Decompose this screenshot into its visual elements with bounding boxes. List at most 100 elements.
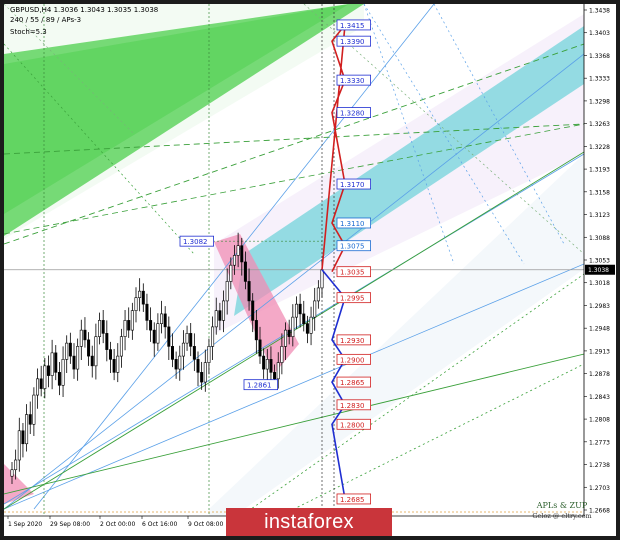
author-watermark: APLs & ZUP Geloz @ eltry.com: [527, 501, 597, 521]
candle-body: [167, 326, 171, 347]
y-tick-label: 1.3228: [589, 144, 610, 151]
y-tick-label: 1.2703: [589, 485, 610, 492]
down-target-4-label: 1.2830: [340, 402, 365, 410]
candle-body: [287, 329, 291, 337]
down-target-3[interactable]: 1.2865: [336, 376, 371, 388]
candle-body: [203, 362, 207, 383]
candle-body: [240, 245, 244, 263]
candle-body: [309, 316, 313, 334]
candle-body: [243, 261, 247, 282]
instaforex-logo: instaforex: [226, 508, 392, 536]
up-target-6[interactable]: 1.3075: [336, 240, 371, 252]
candle-body: [72, 355, 76, 370]
candle-body: [207, 346, 211, 363]
candle-body: [10, 469, 14, 477]
up-target-2[interactable]: 1.3330: [336, 74, 371, 86]
candle-body: [265, 359, 269, 370]
candle-body: [229, 264, 233, 282]
candle-body: [105, 333, 109, 350]
watermark-subtitle: Geloz @ eltry.com: [532, 512, 592, 520]
candle-body: [316, 287, 320, 302]
down-target-5[interactable]: 1.2800: [336, 418, 371, 430]
candle-body: [61, 359, 65, 386]
candle-body: [280, 346, 284, 363]
up-target-7[interactable]: 1.3035: [336, 266, 371, 278]
y-tick-label: 1.2843: [589, 394, 610, 401]
candle-body: [46, 365, 50, 376]
candle-body: [305, 323, 309, 334]
candle-body: [302, 313, 306, 324]
candle-body: [68, 342, 72, 357]
candle-body: [39, 378, 43, 389]
up-target-1[interactable]: 1.3390: [336, 35, 371, 47]
candle-body: [269, 359, 273, 373]
down-target-6-label: 1.2685: [340, 496, 365, 504]
down-target-6[interactable]: 1.2685: [336, 493, 371, 505]
candle-body: [254, 320, 258, 341]
y-tick-label: 1.3193: [589, 167, 610, 174]
y-tick-label: 1.3298: [589, 98, 610, 105]
down-target-4[interactable]: 1.2830: [336, 399, 371, 411]
candle-body: [43, 365, 47, 389]
y-tick-label: 1.3018: [589, 280, 610, 287]
candle-body: [145, 303, 149, 321]
y-tick-label: 1.3438: [589, 8, 610, 15]
up-target-0[interactable]: 1.3415: [336, 19, 371, 31]
swing-low-label-label: 1.2861: [247, 382, 272, 390]
candle-body: [138, 290, 142, 298]
candle-body: [214, 310, 218, 328]
candle-body: [108, 349, 112, 360]
candle-body: [119, 336, 123, 357]
candle-body: [236, 245, 240, 256]
candle-body: [141, 290, 145, 305]
candle-body: [294, 303, 298, 318]
candle-body: [134, 297, 138, 311]
candle-body: [284, 329, 288, 347]
swing-high-label[interactable]: 1.3082: [179, 235, 214, 247]
candle-body: [200, 372, 204, 383]
candle-body: [36, 378, 40, 396]
down-target-2[interactable]: 1.2900: [336, 353, 371, 365]
up-target-1-label: 1.3390: [340, 38, 365, 46]
indicator-header: 240 / 55 / 89 / APs-3: [10, 16, 82, 24]
price-chart[interactable]: 1.3415 1.3390 1.3330 1.3280 1.3170 1.3110 1.30…: [4, 4, 616, 536]
candle-body: [163, 313, 167, 328]
up-target-5-label: 1.3110: [340, 220, 365, 228]
y-tick-label: 1.3263: [589, 121, 610, 128]
y-tick-label: 1.3333: [589, 76, 610, 83]
up-target-3[interactable]: 1.3280: [336, 107, 371, 118]
x-tick-label: 1 Sep 2020: [8, 521, 42, 528]
down-target-0[interactable]: 1.2995: [336, 292, 371, 304]
y-tick-label: 1.2913: [589, 348, 610, 355]
candle-body: [116, 355, 120, 373]
down-target-5-label: 1.2800: [340, 421, 365, 429]
y-tick-label: 1.3368: [589, 53, 610, 60]
y-tick-label: 1.2983: [589, 303, 610, 310]
candle-body: [21, 430, 25, 445]
up-target-5[interactable]: 1.3110: [336, 217, 371, 229]
candle-body: [218, 310, 222, 321]
candle-body: [262, 355, 266, 370]
swing-high-label-label: 1.3082: [183, 238, 208, 246]
candle-body: [185, 333, 189, 344]
candle-body: [25, 414, 29, 445]
candle-body: [273, 372, 277, 380]
candle-body: [14, 459, 18, 471]
down-target-1[interactable]: 1.2930: [336, 334, 371, 346]
candle-body: [291, 316, 295, 337]
candle-body: [251, 300, 255, 321]
up-target-6-label: 1.3075: [340, 243, 365, 251]
current-price-label: 1.3038: [588, 267, 609, 274]
candle-body: [174, 359, 178, 370]
chart-frame: 1.3415 1.3390 1.3330 1.3280 1.3170 1.3110 1.30…: [4, 4, 616, 536]
down-target-1-label: 1.2930: [340, 337, 365, 345]
candle-body: [87, 339, 91, 357]
x-tick-label: 9 Oct 08:00: [188, 521, 223, 528]
candle-body: [98, 320, 102, 337]
candle-body: [79, 329, 83, 347]
candle-body: [211, 326, 215, 347]
y-tick-label: 1.3123: [589, 212, 610, 219]
up-target-4[interactable]: 1.3170: [336, 178, 371, 190]
swing-low-label[interactable]: 1.2861: [243, 379, 278, 391]
candle-body: [127, 320, 131, 331]
